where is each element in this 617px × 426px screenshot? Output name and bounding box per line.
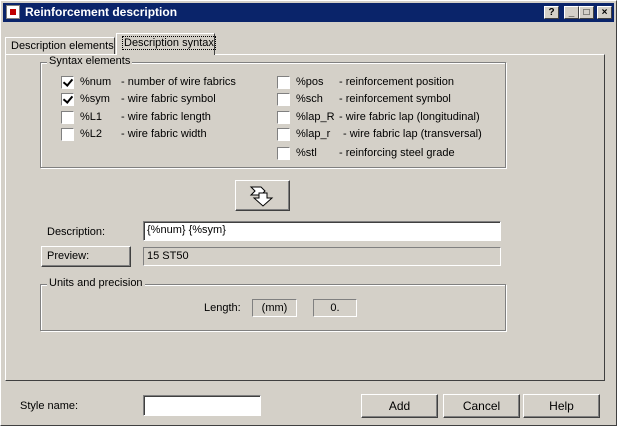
syntax-code: %stl	[296, 147, 317, 159]
syntax-code: %lap_r	[296, 128, 331, 140]
syntax-desc: - wire fabric lap (transversal)	[343, 128, 482, 140]
tab-description-elements[interactable]: Description elements	[5, 37, 115, 55]
checkbox[interactable]	[277, 76, 290, 89]
syntax-desc: - wire fabric length	[121, 111, 211, 123]
syntax-code: %sch	[296, 93, 323, 105]
length-unit: (mm)	[252, 299, 297, 317]
checkbox[interactable]	[61, 128, 74, 141]
group-label: Units and precision	[47, 277, 145, 289]
syntax-desc: - number of wire fabrics	[121, 76, 236, 88]
add-button[interactable]: Add	[361, 394, 438, 418]
syntax-desc: - reinforcement position	[339, 76, 454, 88]
window-title: Reinforcement description	[25, 5, 178, 19]
style-name-label: Style name:	[20, 400, 79, 412]
tab-description-syntax[interactable]: Description syntax	[116, 33, 216, 55]
help-button[interactable]: Help	[523, 394, 600, 418]
tab-label: Description syntax	[122, 36, 216, 50]
description-input[interactable]: {%num} {%sym}	[143, 221, 501, 241]
maximize-button[interactable]: □	[579, 6, 594, 19]
checkbox[interactable]	[61, 111, 74, 124]
syntax-code: %lap_R	[296, 111, 335, 123]
checkbox[interactable]	[277, 111, 290, 124]
app-icon	[6, 5, 20, 19]
checkbox[interactable]	[277, 128, 290, 141]
syntax-code: %pos	[296, 76, 324, 88]
syntax-desc: - reinforcement symbol	[339, 93, 451, 105]
checkbox-checked[interactable]	[61, 76, 74, 89]
group-label: Syntax elements	[47, 55, 133, 67]
length-precision[interactable]: 0.	[313, 299, 357, 317]
help-title-button[interactable]: ?	[544, 6, 559, 19]
minimize-button[interactable]: _	[564, 6, 579, 19]
syntax-code: %L1	[80, 111, 103, 123]
syntax-desc: - reinforcing steel grade	[339, 147, 455, 159]
preview-value: 15 ST50	[143, 247, 501, 266]
syntax-code: %L2	[80, 128, 103, 140]
syntax-code: %sym	[80, 93, 110, 105]
syntax-desc: - wire fabric lap (longitudinal)	[339, 111, 480, 123]
description-label: Description:	[47, 226, 106, 238]
syntax-desc: - wire fabric symbol	[121, 93, 216, 105]
tab-label: Description elements	[11, 40, 114, 52]
insert-arrow-icon	[249, 186, 274, 207]
length-label: Length:	[204, 302, 241, 314]
title-bar[interactable]: Reinforcement description ? _ □ ×	[3, 3, 614, 22]
syntax-code: %num	[80, 76, 112, 88]
insert-syntax-button[interactable]	[235, 180, 290, 211]
checkbox-checked[interactable]	[61, 93, 74, 106]
checkbox[interactable]	[277, 147, 290, 160]
style-name-input[interactable]	[143, 395, 261, 416]
checkbox[interactable]	[277, 93, 290, 106]
syntax-desc: - wire fabric width	[121, 128, 207, 140]
close-button[interactable]: ×	[597, 6, 612, 19]
cancel-button[interactable]: Cancel	[443, 394, 520, 418]
preview-button[interactable]: Preview:	[41, 246, 131, 267]
